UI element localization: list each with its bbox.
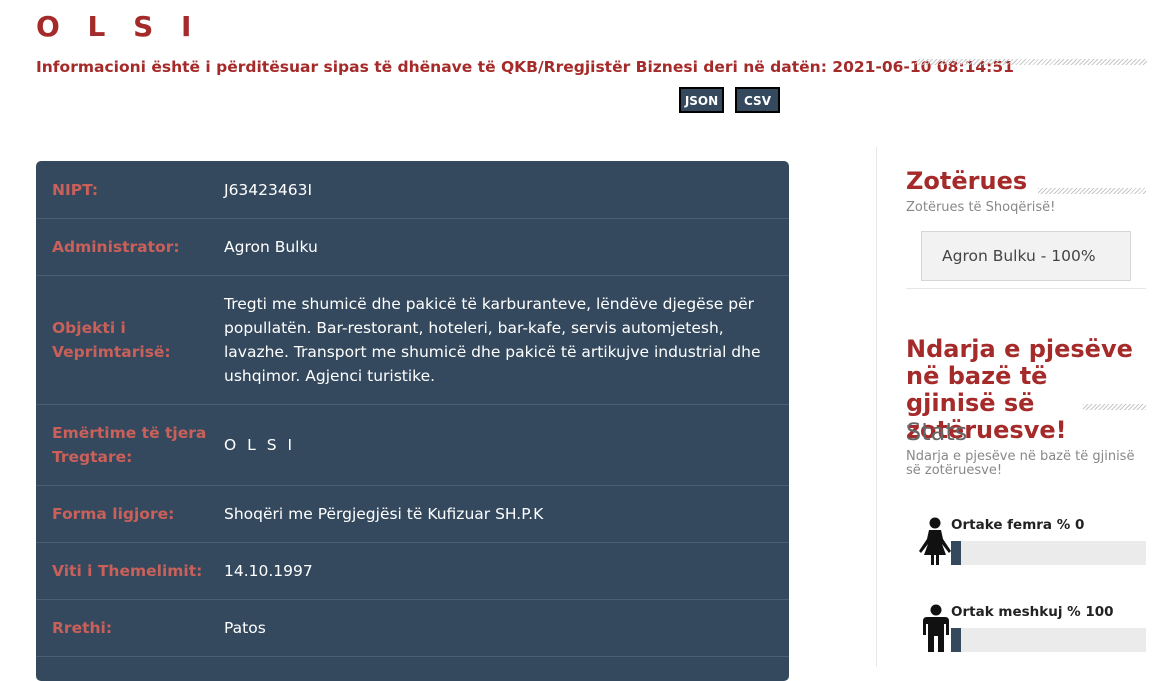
owners-title: Zotërues bbox=[906, 167, 1028, 195]
detail-label: Objekti i Veprimtarisë: bbox=[52, 319, 171, 361]
detail-row-nipt: NIPT: J63423463I bbox=[36, 161, 789, 219]
detail-value: Patos bbox=[224, 619, 266, 637]
detail-label: Emërtime të tjera Tregtare: bbox=[52, 424, 207, 466]
detail-row-administrator: Administrator: Agron Bulku bbox=[36, 219, 789, 276]
female-share-fill bbox=[951, 541, 961, 565]
detail-value: 14.10.1997 bbox=[224, 562, 313, 580]
decorative-hatch bbox=[1083, 404, 1146, 410]
detail-value: Shoqëri me Përgjegjësi të Kufizuar SH.P.… bbox=[224, 505, 544, 523]
male-icon bbox=[923, 604, 949, 652]
detail-label: Administrator: bbox=[52, 238, 180, 256]
detail-value: J63423463I bbox=[224, 180, 313, 199]
detail-row-legal-form: Forma ligjore: Shoqëri me Përgjegjësi të… bbox=[36, 486, 789, 543]
detail-row-district: Rrethi: Patos bbox=[36, 600, 789, 657]
section-divider bbox=[906, 288, 1146, 289]
owners-subtitle: Zotërues të Shoqërisë! bbox=[906, 200, 1056, 215]
male-share-bar bbox=[951, 628, 1146, 652]
csv-export-button[interactable]: CSV bbox=[735, 87, 780, 113]
male-share-fill bbox=[951, 628, 961, 652]
detail-value: Agron Bulku bbox=[224, 238, 318, 256]
company-details-panel: NIPT: J63423463I Administrator: Agron Bu… bbox=[36, 161, 789, 681]
detail-value: O L S I bbox=[224, 436, 296, 454]
owner-entry: Agron Bulku - 100% bbox=[921, 231, 1131, 281]
detail-label: Viti i Themelimit: bbox=[52, 562, 203, 580]
male-share-label: Ortak meshkuj % 100 bbox=[951, 604, 1114, 620]
sidebar-divider bbox=[876, 147, 877, 667]
detail-row-founding-year: Viti i Themelimit: 14.10.1997 bbox=[36, 543, 789, 600]
detail-value: Tregti me shumicë dhe pakicë të karburan… bbox=[224, 295, 761, 385]
stats-subtitle: Ndarja e pjesëve në bazë të gjinisë së z… bbox=[906, 449, 1135, 478]
detail-label: NIPT: bbox=[52, 180, 99, 199]
company-title: O L S I bbox=[36, 10, 201, 43]
json-export-button[interactable]: JSON bbox=[679, 87, 724, 113]
stats-heading: Stats bbox=[906, 418, 968, 446]
detail-row-activity: Objekti i Veprimtarisë: Tregti me shumic… bbox=[36, 276, 789, 405]
update-info: Informacioni është i përditësuar sipas t… bbox=[36, 58, 1014, 76]
detail-row-trade-names: Emërtime të tjera Tregtare: O L S I bbox=[36, 405, 789, 486]
decorative-hatch bbox=[915, 59, 1147, 65]
female-icon bbox=[919, 517, 951, 565]
detail-label: Rrethi: bbox=[52, 619, 113, 637]
detail-label: Forma ligjore: bbox=[52, 505, 175, 523]
female-share-label: Ortake femra % 0 bbox=[951, 517, 1085, 533]
decorative-hatch bbox=[1038, 188, 1146, 194]
female-share-bar bbox=[951, 541, 1146, 565]
